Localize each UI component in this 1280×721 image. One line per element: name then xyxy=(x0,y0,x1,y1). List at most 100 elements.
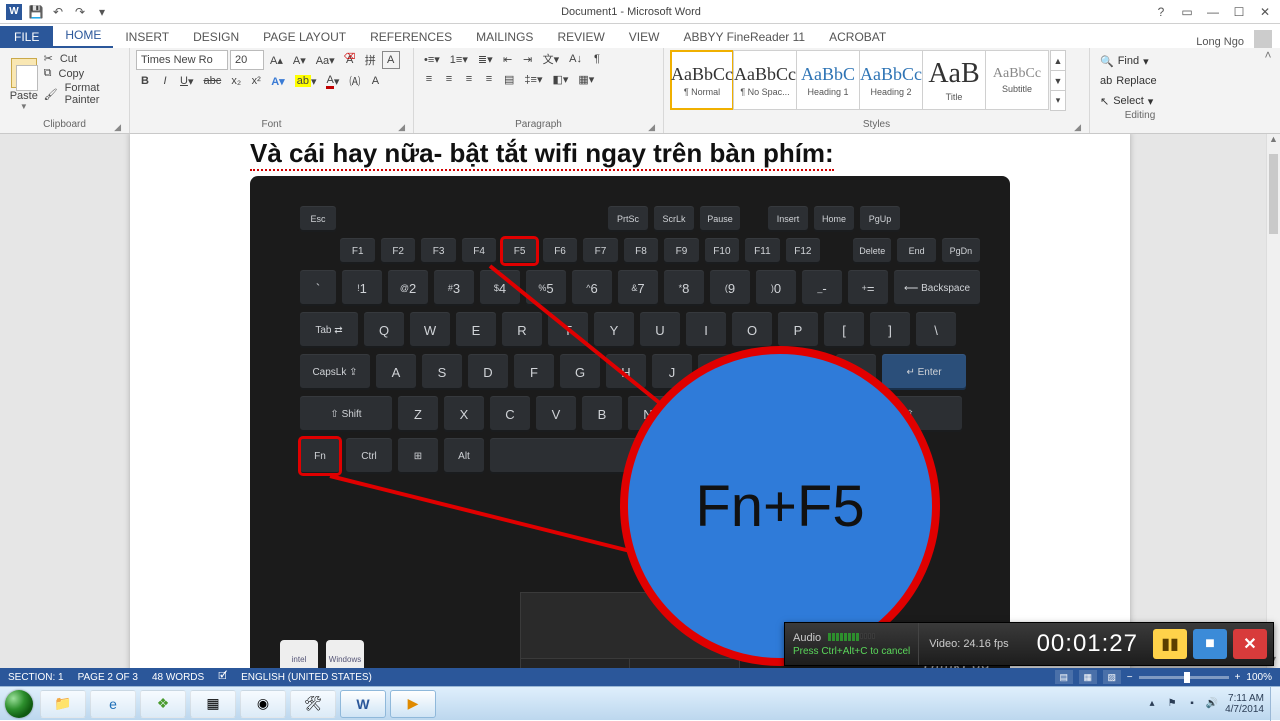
style-subtitle[interactable]: AaBbCcSubtitle xyxy=(985,50,1049,110)
styles-expand[interactable]: ▾ xyxy=(1050,90,1066,111)
status-language[interactable]: ENGLISH (UNITED STATES) xyxy=(241,672,372,683)
tray-volume-icon[interactable]: 🔊 xyxy=(1205,697,1219,711)
character-shading-button[interactable]: A xyxy=(366,72,384,90)
scroll-up-icon[interactable]: ▲ xyxy=(1267,134,1280,148)
tab-references[interactable]: REFERENCES xyxy=(358,26,464,48)
strikethrough-button[interactable]: abc xyxy=(199,72,225,90)
style--normal[interactable]: AaBbCc¶ Normal xyxy=(670,50,734,110)
tab-mailings[interactable]: MAILINGS xyxy=(464,26,545,48)
justify-button[interactable]: ≡ xyxy=(480,70,498,88)
superscript-button[interactable]: x² xyxy=(247,72,265,90)
distributed-button[interactable]: ▤ xyxy=(500,70,518,88)
find-button[interactable]: 🔍Find ▾ xyxy=(1096,52,1184,70)
replace-button[interactable]: abReplace xyxy=(1096,72,1184,90)
show-desktop-button[interactable] xyxy=(1270,687,1280,721)
zoom-in-button[interactable]: + xyxy=(1235,672,1241,683)
taskbar-app-wrench[interactable]: 🛠 xyxy=(290,690,336,718)
select-button[interactable]: ↖Select ▾ xyxy=(1096,92,1184,110)
web-layout-button[interactable]: ▨ xyxy=(1103,670,1121,684)
taskbar-word[interactable]: W xyxy=(340,690,386,718)
document-area[interactable]: Và cái hay nữa- bật tắt wifi ngay trên b… xyxy=(0,134,1280,668)
status-page[interactable]: PAGE 2 OF 3 xyxy=(78,672,138,683)
tray-clock[interactable]: 7:11 AM 4/7/2014 xyxy=(1225,693,1264,715)
style-title[interactable]: AaBTitle xyxy=(922,50,986,110)
redo-icon[interactable]: ↷ xyxy=(72,4,88,20)
line-spacing-button[interactable]: ‡≡▾ xyxy=(520,70,546,88)
copy-button[interactable]: ⧉ Copy xyxy=(44,67,123,80)
close-button[interactable]: ✕ xyxy=(1254,3,1276,21)
grow-font-button[interactable]: A▴ xyxy=(266,51,287,69)
align-left-button[interactable]: ≡ xyxy=(420,70,438,88)
scroll-thumb[interactable] xyxy=(1269,154,1278,234)
maximize-button[interactable]: ☐ xyxy=(1228,3,1250,21)
taskbar-ie[interactable]: e xyxy=(90,690,136,718)
align-center-button[interactable]: ≡ xyxy=(440,70,458,88)
zoom-slider[interactable] xyxy=(1139,676,1229,679)
font-name-combo[interactable]: Times New Ro xyxy=(136,50,228,70)
clear-formatting-button[interactable]: A⌫ xyxy=(341,51,359,69)
sort-button[interactable]: A↓ xyxy=(565,50,586,68)
user-avatar-icon[interactable] xyxy=(1254,30,1272,48)
text-effects-button[interactable]: A▾ xyxy=(267,72,288,90)
format-painter-button[interactable]: 🖌 Format Painter xyxy=(44,82,123,106)
italic-button[interactable]: I xyxy=(156,72,174,90)
tab-home[interactable]: HOME xyxy=(53,24,113,48)
qat-customize-icon[interactable]: ▾ xyxy=(94,4,110,20)
tab-acrobat[interactable]: ACROBAT xyxy=(817,26,898,48)
status-section[interactable]: SECTION: 1 xyxy=(8,672,64,683)
vertical-scrollbar[interactable]: ▲ ▼ xyxy=(1266,134,1280,668)
character-border-button[interactable]: A xyxy=(382,51,400,69)
print-layout-button[interactable]: ▦ xyxy=(1079,670,1097,684)
borders-button[interactable]: ▦▾ xyxy=(574,70,598,88)
bold-button[interactable]: B xyxy=(136,72,154,90)
taskbar-explorer[interactable]: 📁 xyxy=(40,690,86,718)
undo-icon[interactable]: ↶ xyxy=(50,4,66,20)
save-icon[interactable]: 💾 xyxy=(28,4,44,20)
bullets-button[interactable]: •≡▾ xyxy=(420,50,444,68)
help-icon[interactable]: ? xyxy=(1150,3,1172,21)
styles-dialog-launcher[interactable]: ◢ xyxy=(1074,122,1081,133)
multilevel-button[interactable]: ≣▾ xyxy=(474,50,497,68)
show-marks-button[interactable]: ¶ xyxy=(588,50,606,68)
align-right-button[interactable]: ≡ xyxy=(460,70,478,88)
enclose-characters-button[interactable]: 🄐 xyxy=(345,72,364,90)
word-app-icon[interactable]: W xyxy=(6,4,22,20)
status-words[interactable]: 48 WORDS xyxy=(152,672,204,683)
tab-review[interactable]: REVIEW xyxy=(545,26,616,48)
font-size-combo[interactable]: 20 xyxy=(230,50,264,70)
tray-network-icon[interactable]: ▪ xyxy=(1185,697,1199,711)
taskbar-media[interactable]: ▶ xyxy=(390,690,436,718)
style--no-spac-[interactable]: AaBbCc¶ No Spac... xyxy=(733,50,797,110)
styles-gallery[interactable]: AaBbCc¶ NormalAaBbCc¶ No Spac...AaBbCHea… xyxy=(670,50,1048,110)
minimize-button[interactable]: — xyxy=(1202,3,1224,21)
paragraph-dialog-launcher[interactable]: ◢ xyxy=(648,122,655,133)
highlight-button[interactable]: ab▾ xyxy=(291,72,321,90)
collapse-ribbon-button[interactable]: ˄ xyxy=(1256,48,1280,134)
signed-in-user[interactable]: Long Ngo xyxy=(1186,36,1254,48)
zoom-level[interactable]: 100% xyxy=(1246,672,1272,683)
ribbon-options-icon[interactable]: ▭ xyxy=(1176,3,1198,21)
taskbar-chrome[interactable]: ◉ xyxy=(240,690,286,718)
styles-pager[interactable]: ▲ ▼ ▾ xyxy=(1050,50,1066,110)
asian-layout-button[interactable]: 文▾ xyxy=(539,50,564,68)
tab-view[interactable]: VIEW xyxy=(617,26,672,48)
increase-indent-button[interactable]: ⇥ xyxy=(519,50,537,68)
numbering-button[interactable]: 1≡▾ xyxy=(446,50,472,68)
style-heading-2[interactable]: AaBbCcHeading 2 xyxy=(859,50,923,110)
tab-page-layout[interactable]: PAGE LAYOUT xyxy=(251,26,358,48)
styles-scroll-down[interactable]: ▼ xyxy=(1050,70,1066,91)
change-case-button[interactable]: Aa▾ xyxy=(312,51,339,69)
cut-button[interactable]: ✂ Cut xyxy=(44,52,123,65)
underline-button[interactable]: U▾ xyxy=(176,72,197,90)
read-mode-button[interactable]: ▤ xyxy=(1055,670,1073,684)
file-tab[interactable]: FILE xyxy=(0,26,53,48)
tab-insert[interactable]: INSERT xyxy=(113,26,181,48)
shrink-font-button[interactable]: A▾ xyxy=(289,51,310,69)
recorder-close-button[interactable]: ✕ xyxy=(1233,629,1267,659)
paste-button[interactable]: Paste ▼ xyxy=(6,50,42,119)
styles-scroll-up[interactable]: ▲ xyxy=(1050,50,1066,71)
taskbar-app-generic[interactable]: ▦ xyxy=(190,690,236,718)
tray-expand-icon[interactable]: ▴ xyxy=(1145,697,1159,711)
decrease-indent-button[interactable]: ⇤ xyxy=(499,50,517,68)
font-dialog-launcher[interactable]: ◢ xyxy=(398,122,405,133)
